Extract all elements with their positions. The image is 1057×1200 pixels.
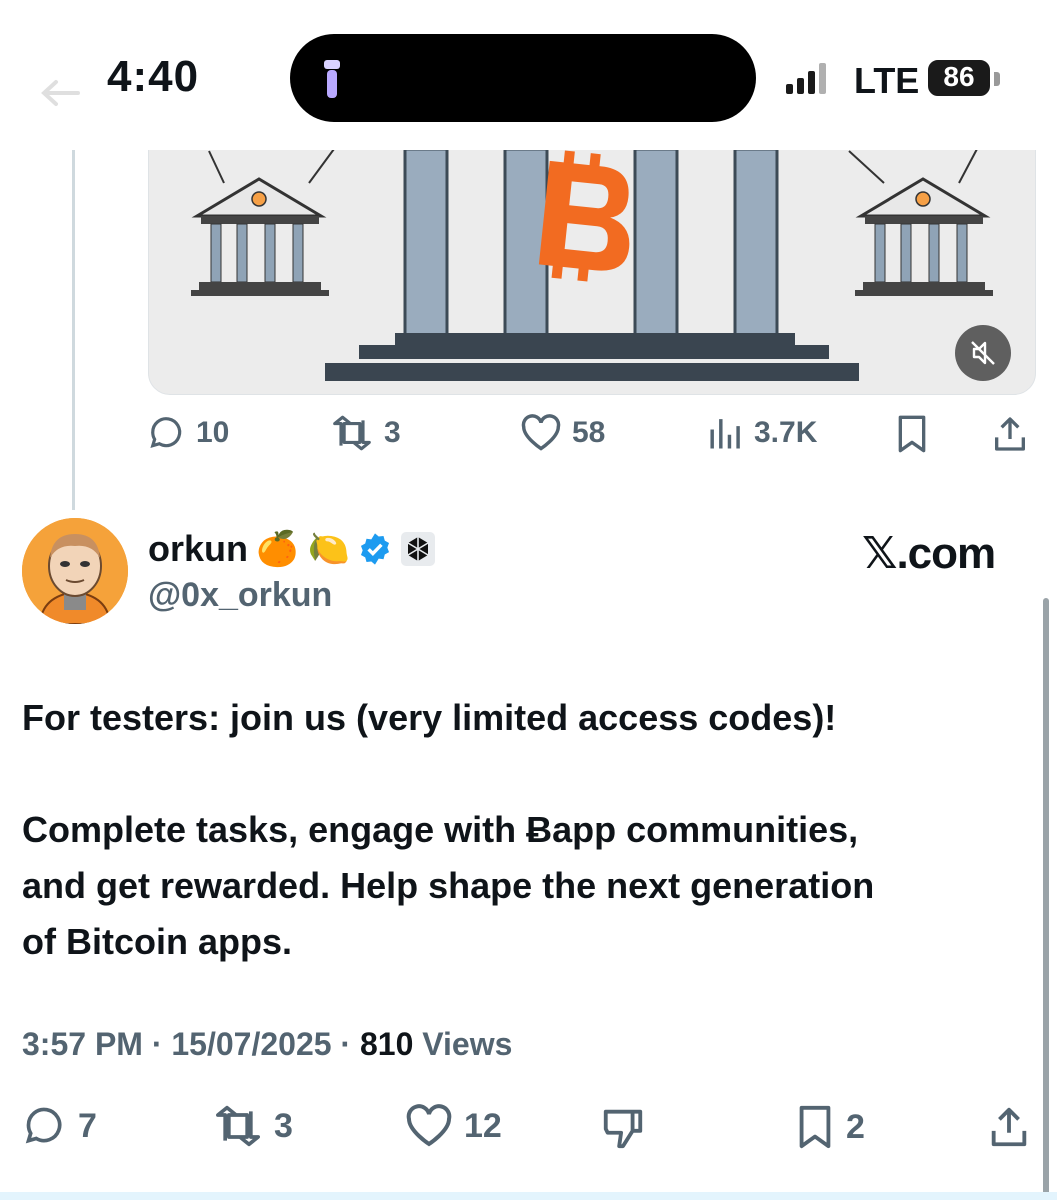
display-name[interactable]: orkun	[148, 528, 248, 570]
views-icon	[710, 419, 740, 449]
reply-button[interactable]: 10	[148, 414, 229, 452]
dislike-button[interactable]	[598, 1104, 648, 1150]
avatar[interactable]	[22, 518, 128, 624]
x-watermark: 𝕏.com	[862, 529, 996, 578]
repost-button[interactable]: 3	[330, 414, 401, 452]
tweet-paragraph-1: For testers: join us (very limited acces…	[22, 697, 837, 738]
tweet-date[interactable]: 15/07/2025	[171, 1026, 331, 1062]
tweet-media-video[interactable]	[148, 120, 1036, 395]
like-button[interactable]: 58	[520, 414, 605, 452]
bookmark-icon	[799, 1105, 831, 1149]
tweet-time[interactable]: 3:57 PM	[22, 1026, 143, 1062]
battery-cap	[994, 72, 1000, 86]
views-button[interactable]: 3.7K	[708, 414, 817, 452]
flashlight-icon	[324, 60, 340, 98]
heart-icon	[406, 1104, 452, 1147]
back-arrow-icon[interactable]	[40, 78, 80, 108]
mute-button[interactable]	[955, 325, 1011, 381]
like-button[interactable]: 12	[404, 1104, 502, 1148]
left-bank-icon	[191, 148, 335, 296]
tweet-paragraph-2-line-3: of Bitcoin apps.	[22, 921, 292, 962]
share-button[interactable]	[986, 1104, 1032, 1150]
reply-count: 10	[196, 416, 230, 449]
tweet-text: For testers: join us (very limited acces…	[22, 690, 1032, 970]
status-time: 4:40	[107, 52, 200, 101]
battery-level: 86	[943, 61, 975, 92]
reply-icon	[25, 1107, 62, 1144]
network-type: LTE	[854, 60, 920, 101]
views-total: 810	[359, 1026, 414, 1062]
heart-icon	[521, 414, 561, 451]
right-bank-icon	[848, 148, 993, 296]
views-label: Views	[422, 1026, 513, 1062]
tweet-paragraph-2-line-2: and get rewarded. Help shape the next ge…	[22, 865, 875, 906]
share-icon	[995, 417, 1025, 451]
like-count: 58	[572, 416, 606, 449]
affiliate-badge-icon	[401, 532, 436, 566]
author-name-row: orkun 🍊 🍋	[148, 528, 436, 570]
bookmark-button[interactable]	[894, 414, 930, 454]
tweet-paragraph-2-line-1: Complete tasks, engage with Ƀapp communi…	[22, 809, 859, 850]
dynamic-island	[290, 34, 756, 122]
bitcoin-temple-illustration	[191, 147, 993, 381]
like-count: 12	[464, 1106, 502, 1145]
name-emojis: 🍊 🍋	[256, 530, 351, 568]
thread-line	[72, 145, 75, 510]
bookmark-count: 2	[846, 1107, 865, 1146]
share-button[interactable]	[990, 414, 1030, 454]
bookmark-button[interactable]: 2	[794, 1104, 865, 1150]
avatar-illustration	[22, 518, 128, 624]
repost-icon	[216, 1105, 260, 1147]
views-count: 3.7K	[754, 416, 818, 449]
repost-icon	[333, 415, 371, 451]
verified-badge-icon	[361, 533, 390, 565]
share-icon	[991, 1107, 1027, 1147]
repost-button[interactable]: 3	[212, 1104, 293, 1148]
reply-count: 7	[78, 1106, 97, 1145]
bookmark-icon	[898, 415, 926, 453]
reply-icon	[150, 417, 182, 448]
battery-icon: 86	[928, 60, 990, 96]
scrollbar[interactable]	[1043, 598, 1049, 1200]
reply-composer-edge	[0, 1192, 1057, 1200]
speaker-muted-icon	[971, 341, 995, 365]
center-temple	[325, 147, 859, 381]
status-bar: 4:40 LTE 86	[0, 0, 1057, 150]
repost-count: 3	[384, 416, 401, 449]
reply-button[interactable]: 7	[22, 1104, 97, 1148]
thumbs-down-icon	[603, 1109, 643, 1149]
repost-count: 3	[274, 1106, 293, 1145]
author-handle[interactable]: @0x_orkun	[148, 576, 332, 615]
signal-icon	[786, 63, 826, 94]
tweet-meta: 3:57 PM · 15/07/2025 · 810 Views	[22, 1026, 513, 1062]
